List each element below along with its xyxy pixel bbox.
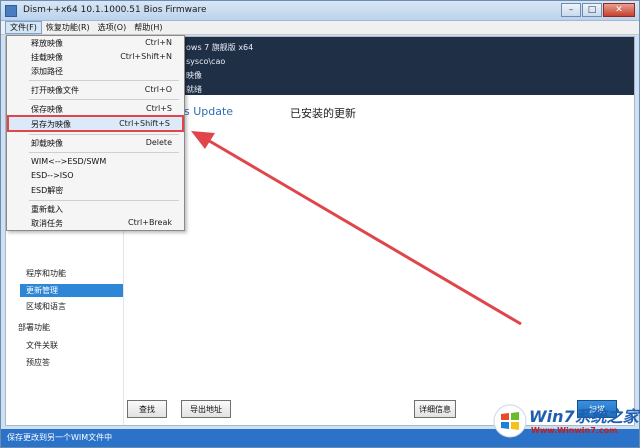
- watermark-title: Win7系统之家: [529, 407, 639, 426]
- menu-item-label: 另存为映像: [31, 120, 71, 129]
- header-user: sysco\cao: [186, 57, 226, 66]
- header-type: 映像: [186, 71, 202, 80]
- menu-recovery[interactable]: 恢复功能(R): [42, 21, 94, 34]
- content-subtitle: 已安装的更新: [290, 107, 356, 120]
- window-controls: – □ ✕: [561, 3, 635, 17]
- header-os: ows 7 旗舰版 x64: [186, 43, 254, 52]
- menu-item-label: WIM<-->ESD/SWM: [31, 157, 107, 166]
- menu-item-label: 卸载映像: [31, 139, 63, 148]
- menu-item-esd-decrypt[interactable]: ESD解密: [7, 183, 184, 197]
- menu-item-reload[interactable]: 重新载入: [7, 202, 184, 216]
- menu-item-shortcut: Ctrl+Shift+S: [119, 119, 170, 128]
- content-title: s Update: [184, 105, 234, 118]
- nav-update-manage[interactable]: 更新管理: [20, 284, 123, 297]
- menu-item-add-path[interactable]: 添加路径: [7, 64, 184, 78]
- app-icon: [5, 5, 17, 17]
- content-area: s Update 已安装的更新 查找 导出地址 详细信息 扫描: [124, 95, 634, 425]
- nav-deploy[interactable]: 部署功能: [18, 321, 122, 334]
- close-icon: ✕: [615, 5, 623, 15]
- menu-item-label: ESD-->ISO: [31, 171, 74, 180]
- app-window: Dism++x64 10.1.1000.51 Bios Firmware – □…: [0, 0, 640, 448]
- window-title: Dism++x64 10.1.1000.51 Bios Firmware: [23, 5, 207, 15]
- menu-item-unmount-image[interactable]: 卸载映像 Delete: [7, 136, 184, 150]
- nav-file-assoc[interactable]: 文件关联: [26, 339, 122, 352]
- menu-item-label: 保存映像: [31, 105, 63, 114]
- nav-region-language[interactable]: 区域和语言: [26, 300, 122, 313]
- menu-file[interactable]: 文件(F): [5, 21, 42, 34]
- menu-separator: [29, 200, 179, 201]
- minimize-icon: –: [568, 5, 574, 15]
- menu-item-shortcut: Delete: [145, 138, 172, 147]
- minimize-button[interactable]: –: [561, 3, 581, 17]
- menu-item-label: 挂载映像: [31, 53, 63, 62]
- menu-item-label: ESD解密: [31, 186, 64, 195]
- menu-item-shortcut: Ctrl+S: [145, 104, 172, 113]
- details-button[interactable]: 详细信息: [414, 400, 456, 418]
- menu-item-cancel-task[interactable]: 取消任务 Ctrl+Break: [7, 216, 184, 230]
- maximize-icon: □: [587, 5, 597, 15]
- menu-item-shortcut: Ctrl+N: [145, 38, 172, 47]
- menu-separator: [29, 80, 179, 81]
- watermark-url: Www.Winwin7.com: [531, 426, 618, 435]
- menu-item-esd-iso[interactable]: ESD-->ISO: [7, 169, 184, 183]
- menu-separator: [29, 134, 179, 135]
- menu-item-save-image[interactable]: 保存映像 Ctrl+S: [7, 102, 184, 116]
- menu-item-wim-esd-swm[interactable]: WIM<-->ESD/SWM: [7, 155, 184, 169]
- menu-item-shortcut: Ctrl+O: [144, 85, 172, 94]
- menu-help[interactable]: 帮助(H): [130, 21, 166, 34]
- menu-item-label: 打开映像文件: [31, 86, 79, 95]
- menu-item-shortcut: Ctrl+Shift+N: [120, 52, 172, 61]
- menu-item-mount-image[interactable]: 挂载映像 Ctrl+Shift+N: [7, 50, 184, 64]
- menu-item-extract-image[interactable]: 释放映像 Ctrl+N: [7, 36, 184, 50]
- menu-item-shortcut: Ctrl+Break: [128, 218, 172, 227]
- title-bar: Dism++x64 10.1.1000.51 Bios Firmware – □…: [1, 1, 639, 21]
- close-button[interactable]: ✕: [603, 3, 635, 17]
- menu-separator: [29, 152, 179, 153]
- menu-item-label: 重新载入: [31, 205, 63, 214]
- export-address-button[interactable]: 导出地址: [181, 400, 231, 418]
- menu-item-label: 释放映像: [31, 39, 63, 48]
- menu-item-label: 添加路径: [31, 67, 63, 76]
- menu-bar: 文件(F) 恢复功能(R) 选项(O) 帮助(H): [1, 21, 639, 35]
- nav-programs[interactable]: 程序和功能: [26, 267, 122, 280]
- nav-preanswer[interactable]: 预应答: [26, 356, 122, 369]
- watermark: Win7系统之家 Www.Winwin7.com: [493, 400, 639, 446]
- menu-item-save-as-image[interactable]: 另存为映像 Ctrl+Shift+S: [7, 115, 184, 132]
- maximize-button[interactable]: □: [582, 3, 602, 17]
- menu-options[interactable]: 选项(O): [94, 21, 131, 34]
- menu-item-label: 取消任务: [31, 219, 63, 228]
- file-menu-dropdown: 释放映像 Ctrl+N 挂载映像 Ctrl+Shift+N 添加路径 打开映像文件 C…: [6, 35, 185, 231]
- windows-logo-icon: [493, 404, 527, 438]
- find-button[interactable]: 查找: [127, 400, 167, 418]
- menu-item-open-image-file[interactable]: 打开映像文件 Ctrl+O: [7, 83, 184, 97]
- menu-separator: [29, 99, 179, 100]
